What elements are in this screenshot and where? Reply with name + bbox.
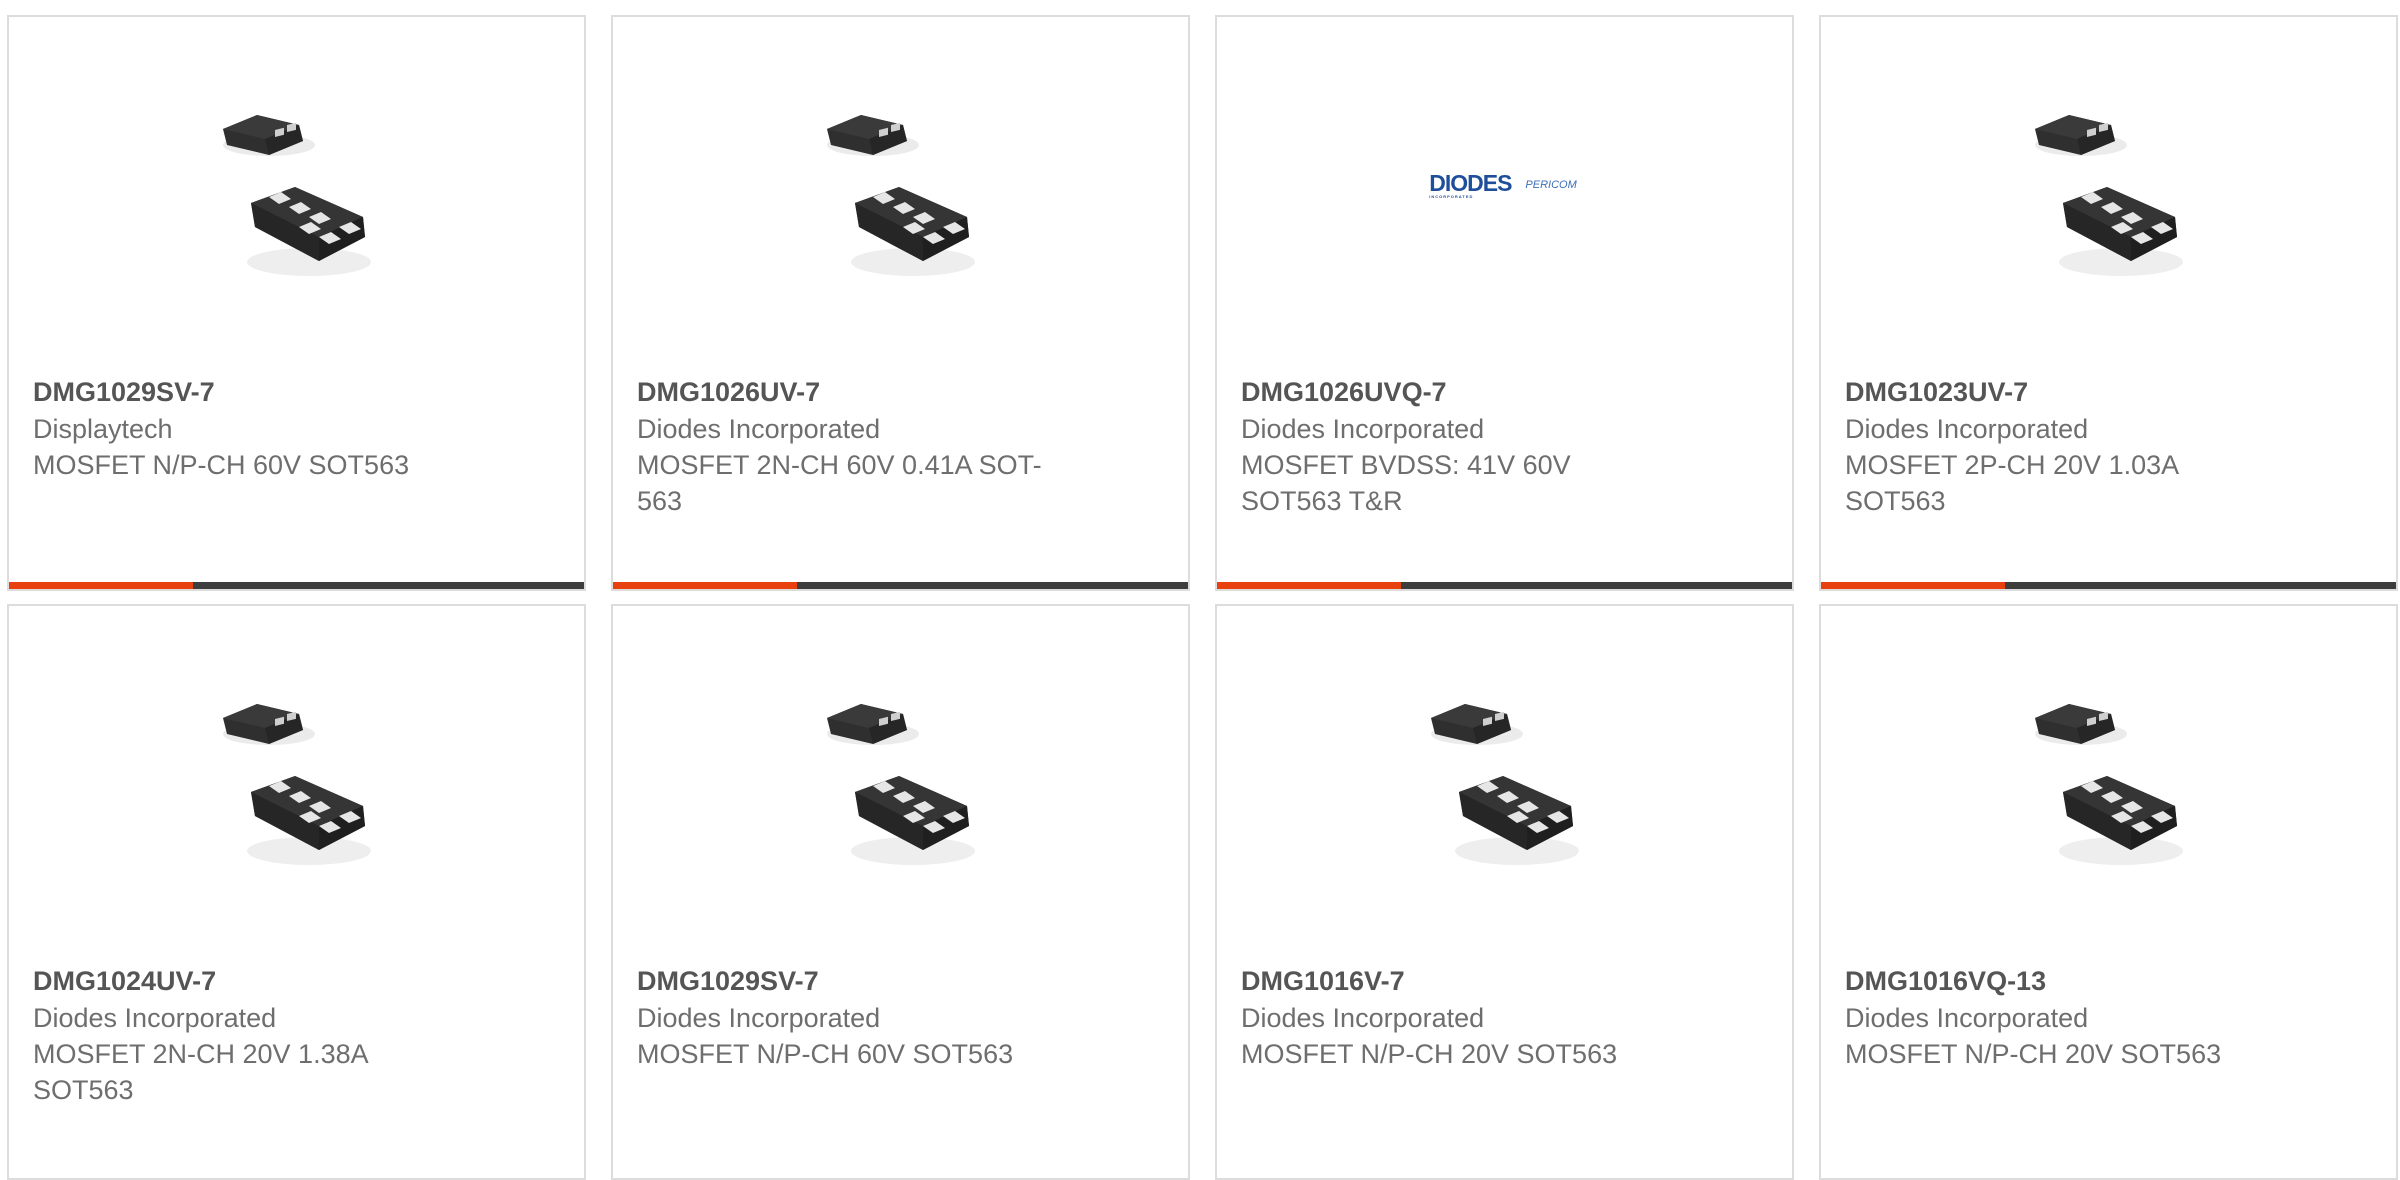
- part-number-link[interactable]: DMG1016V-7: [1241, 962, 1761, 1000]
- part-number-link[interactable]: DMG1016VQ-13: [1845, 962, 2365, 1000]
- product-info: DMG1016VQ-13 Diodes Incorporated MOSFET …: [1845, 962, 2365, 1072]
- sot563-package-icon: [223, 704, 371, 865]
- diodes-logo-text: DIODES: [1429, 169, 1512, 196]
- sot563-package-icon: [2035, 115, 2183, 276]
- sot563-package-icon: [827, 115, 975, 276]
- card-progress-accent: [1217, 582, 1401, 589]
- product-description: MOSFET N/P-CH 60V SOT563: [637, 1039, 1014, 1069]
- manufacturer: Displaytech: [33, 414, 173, 444]
- manufacturer: Diodes Incorporated: [1845, 414, 2089, 444]
- part-number-link[interactable]: DMG1024UV-7: [33, 962, 553, 1000]
- product-image[interactable]: [2007, 672, 2207, 876]
- product-description: MOSFET N/P-CH 60V SOT563: [33, 450, 410, 480]
- product-card[interactable]: DMG1016V-7 Diodes Incorporated MOSFET N/…: [1215, 604, 1794, 1180]
- card-progress-bar: [1821, 582, 2396, 589]
- product-image[interactable]: [1403, 672, 1603, 876]
- part-number-link[interactable]: DMG1026UVQ-7: [1241, 373, 1761, 411]
- product-image[interactable]: [799, 672, 999, 876]
- card-progress-accent: [613, 582, 797, 589]
- card-progress-bar: [1217, 582, 1792, 589]
- product-card[interactable]: DIODES INCORPORATED PERICOM DMG1026UVQ-7…: [1215, 15, 1794, 591]
- product-image[interactable]: [2007, 83, 2207, 287]
- product-info: DMG1029SV-7 Displaytech MOSFET N/P-CH 60…: [33, 373, 553, 483]
- part-number-link[interactable]: DMG1023UV-7: [1845, 373, 2365, 411]
- product-description: MOSFET N/P-CH 20V SOT563: [1241, 1039, 1618, 1069]
- product-info: DMG1023UV-7 Diodes Incorporated MOSFET 2…: [1845, 373, 2365, 519]
- product-card[interactable]: DMG1024UV-7 Diodes Incorporated MOSFET 2…: [7, 604, 586, 1180]
- product-card[interactable]: DMG1026UV-7 Diodes Incorporated MOSFET 2…: [611, 15, 1190, 591]
- product-grid: DMG1029SV-7 Displaytech MOSFET N/P-CH 60…: [0, 0, 2400, 1180]
- product-info: DMG1024UV-7 Diodes Incorporated MOSFET 2…: [33, 962, 553, 1108]
- manufacturer: Diodes Incorporated: [1241, 414, 1485, 444]
- sot563-package-icon: [1431, 704, 1579, 865]
- pericom-logo: PERICOM: [1525, 179, 1576, 191]
- manufacturer: Diodes Incorporated: [1241, 1003, 1485, 1033]
- manufacturer: Diodes Incorporated: [637, 414, 881, 444]
- product-image[interactable]: [195, 672, 395, 876]
- product-info: DMG1029SV-7 Diodes Incorporated MOSFET N…: [637, 962, 1157, 1072]
- product-description: MOSFET 2N-CH 60V 0.41A SOT-563: [637, 450, 1042, 516]
- sot563-package-icon: [2035, 704, 2183, 865]
- card-progress-bar: [9, 582, 584, 589]
- product-image[interactable]: [195, 83, 395, 287]
- diodes-pericom-logo: DIODES INCORPORATED PERICOM: [1429, 169, 1577, 199]
- sot563-package-icon: [223, 115, 371, 276]
- product-info: DMG1026UVQ-7 Diodes Incorporated MOSFET …: [1241, 373, 1761, 519]
- sot563-package-icon: [827, 704, 975, 865]
- pericom-logo-text: PERICOM: [1525, 179, 1577, 191]
- card-progress-bar: [613, 582, 1188, 589]
- product-image[interactable]: DIODES INCORPORATED PERICOM: [1403, 83, 1603, 287]
- manufacturer: Diodes Incorporated: [33, 1003, 277, 1033]
- product-image[interactable]: [799, 83, 999, 287]
- product-info: DMG1026UV-7 Diodes Incorporated MOSFET 2…: [637, 373, 1157, 519]
- product-card[interactable]: DMG1029SV-7 Diodes Incorporated MOSFET N…: [611, 604, 1190, 1180]
- product-card[interactable]: DMG1016VQ-13 Diodes Incorporated MOSFET …: [1819, 604, 2398, 1180]
- product-description: MOSFET BVDSS: 41V 60V SOT563 T&R: [1241, 450, 1571, 516]
- product-info: DMG1016V-7 Diodes Incorporated MOSFET N/…: [1241, 962, 1761, 1072]
- part-number-link[interactable]: DMG1029SV-7: [33, 373, 553, 411]
- manufacturer: Diodes Incorporated: [1845, 1003, 2089, 1033]
- part-number-link[interactable]: DMG1026UV-7: [637, 373, 1157, 411]
- product-description: MOSFET N/P-CH 20V SOT563: [1845, 1039, 2222, 1069]
- product-card[interactable]: DMG1023UV-7 Diodes Incorporated MOSFET 2…: [1819, 15, 2398, 591]
- part-number-link[interactable]: DMG1029SV-7: [637, 962, 1157, 1000]
- product-description: MOSFET 2P-CH 20V 1.03A SOT563: [1845, 450, 2178, 516]
- card-progress-accent: [1821, 582, 2005, 589]
- product-description: MOSFET 2N-CH 20V 1.38A SOT563: [33, 1039, 368, 1105]
- product-card[interactable]: DMG1029SV-7 Displaytech MOSFET N/P-CH 60…: [7, 15, 586, 591]
- diodes-logo: DIODES INCORPORATED: [1429, 169, 1512, 199]
- manufacturer: Diodes Incorporated: [637, 1003, 881, 1033]
- card-progress-accent: [9, 582, 193, 589]
